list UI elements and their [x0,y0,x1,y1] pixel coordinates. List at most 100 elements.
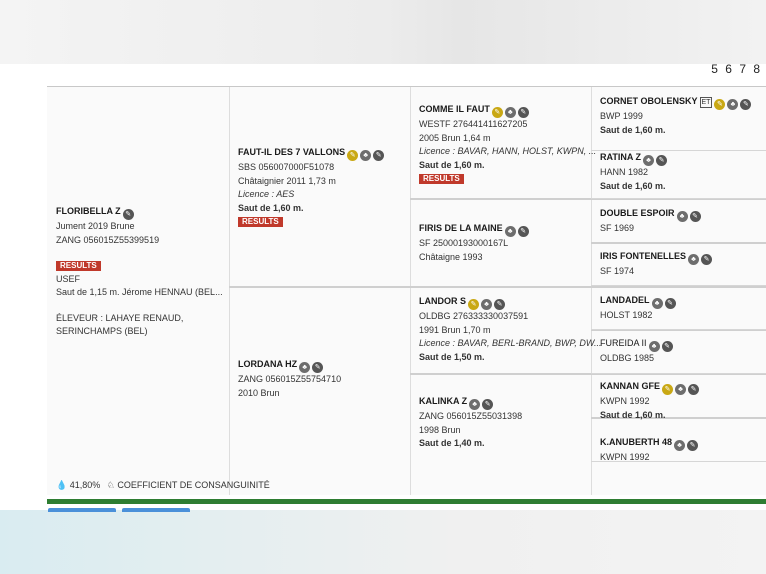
horse-licence: Licence : BAVAR, BERL-BRAND, BWP, DW... [419,338,602,348]
dam: LORDANA HZ ♣ ✎ ZANG 056015Z55754710 2010 B… [238,358,341,400]
horse-info: HANN 1982 [600,167,649,177]
horse-name[interactable]: DOUBLE ESPOIR [600,208,675,218]
family-icon[interactable]: ♣ [469,399,481,410]
family-icon[interactable]: ♣ [360,150,372,161]
grandsire-maternal: LANDOR S ✎ ♣ ✎ OLDBG 276333330037591 1991 B… [419,295,602,364]
subject-id: ZANG 056015Z55399519 [56,234,160,245]
horse-saut: Saut de 1,60 m. [419,159,485,170]
granddam-maternal: KALINKA Z ♣ ✎ ZANG 056015Z55031398 1998 Br… [419,395,522,451]
pencil-icon[interactable]: ✎ [494,299,505,310]
subject-result: Saut de 1,15 m. Jérome HENNAU (BEL... [56,287,223,297]
pencil-icon[interactable]: ✎ [701,254,713,265]
inbreeding-label: COEFFICIENT DE CONSANGUINITÉ [117,480,270,490]
family-icon[interactable]: ♣ [648,341,660,352]
pencil-icon[interactable]: ✎ [689,211,701,222]
family-icon[interactable]: ♣ [727,99,739,110]
family-icon[interactable]: ♣ [643,155,654,166]
pencil-icon[interactable]: ✎ [517,107,529,118]
subject-name[interactable]: FLORIBELLA Z [56,206,121,216]
pencil-icon[interactable]: ✎ [491,107,503,118]
breeder-location: SERINCHAMPS (BEL) [56,326,148,336]
sire-name[interactable]: FAUT-IL DES 7 VALLONS [238,147,345,157]
horse-info: SF 1969 [600,223,635,233]
horse-name[interactable]: FUREIDA II [600,338,647,348]
horse-name[interactable]: KALINKA Z [419,396,467,406]
results-badge[interactable]: RESULTS [238,217,283,227]
horse-info: BWP 1999 [600,111,643,121]
pencil-icon[interactable]: ✎ [740,99,752,110]
horse-info: SF 1974 [600,266,635,276]
pencil-icon[interactable]: ✎ [468,299,479,310]
ancestor: CORNET OBOLENSKY ET ✎ ♣ ✎ BWP 1999 Saut de 1… [600,95,752,137]
horse-name[interactable]: LANDADEL [600,295,650,305]
divider [591,329,766,330]
horse-name[interactable]: FIRIS DE LA MAINE [419,223,503,233]
horse-id: WESTF 276441411627205 [419,119,528,129]
horse-id: SF 25000193000167L [419,238,509,248]
horse-info: KWPN 1992 [600,396,650,406]
horse-saut: Saut de 1,40 m. [419,438,485,448]
horse-id: OLDBG 276333330037591 [419,311,529,321]
et-tag: ET [699,97,713,108]
grandsire-paternal: COMME IL FAUT ✎ ♣ ✎ WESTF 276441411627205 2… [419,103,596,186]
sire-licence: Licence : AES [238,189,295,199]
pencil-icon[interactable]: ✎ [656,155,667,166]
family-icon[interactable]: ♣ [676,211,688,222]
ancestor: DOUBLE ESPOIR ♣ ✎ SF 1969 [600,207,701,236]
horse-info: OLDBG 1985 [600,353,655,363]
family-icon[interactable]: ♣ [481,299,492,310]
pencil-icon[interactable]: ✎ [714,99,726,110]
drop-icon: 💧 [56,480,68,490]
family-icon[interactable]: ♣ [299,362,311,373]
ancestor: FUREIDA II ♣ ✎ OLDBG 1985 [600,337,673,366]
pencil-icon[interactable]: ✎ [517,226,529,237]
horse-name[interactable]: KANNAN GFE [600,381,660,391]
family-icon[interactable]: ♣ [504,226,516,237]
pencil-icon[interactable]: ✎ [482,399,494,410]
pencil-icon[interactable]: ✎ [373,150,385,161]
family-icon[interactable]: ♣ [675,384,686,395]
horse-name[interactable]: IRIS FONTENELLES [600,251,686,261]
dam-id: ZANG 056015Z55754710 [238,374,342,384]
pencil-icon[interactable]: ✎ [662,384,673,395]
pencil-icon[interactable]: ✎ [688,384,699,395]
dam-name[interactable]: LORDANA HZ [238,359,297,369]
pencil-icon[interactable]: ✎ [347,150,359,161]
horse-name[interactable]: COMME IL FAUT [419,104,490,114]
breeder-label: ÉLEVEUR : LAHAYE RENAUD, [56,312,184,323]
ancestor: KANNAN GFE ✎ ♣ ✎ KWPN 1992 Saut de 1,60 m. [600,380,699,422]
horse-icon: ♘ [106,480,115,490]
pencil-icon[interactable]: ✎ [687,440,699,451]
horse-name[interactable]: LANDOR S [419,296,466,306]
family-icon[interactable]: ♣ [504,107,516,118]
results-badge[interactable]: RESULTS [419,174,464,184]
tab-button[interactable] [122,508,190,512]
horse-name[interactable]: CORNET OBOLENSKY [600,96,698,106]
horse-name[interactable]: K.ANUBERTH 48 [600,437,672,447]
pencil-icon[interactable]: ✎ [664,298,676,309]
family-icon[interactable]: ♣ [651,298,663,309]
tab-button[interactable] [48,508,116,512]
horse-info: Châtaigne 1993 [419,251,483,262]
horse-saut: Saut de 1,60 m. [600,409,666,420]
ancestor: K.ANUBERTH 48 ♣ ✎ KWPN 1992 [600,436,699,465]
subject-horse: FLORIBELLA Z ✎ Jument 2019 Brune ZANG 056… [56,205,223,339]
horse-saut: Saut de 1,60 m. [600,180,666,191]
ancestor: RATINA Z ♣ ✎ HANN 1982 Saut de 1,60 m. [600,151,667,193]
pencil-icon[interactable]: ✎ [661,341,673,352]
horse-licence: Licence : BAVAR, HANN, HOLST, KWPN, ... [419,146,597,156]
family-icon[interactable]: ♣ [688,254,700,265]
horse-id: ZANG 056015Z55031398 [419,411,523,421]
divider [591,242,766,244]
results-badge[interactable]: RESULTS [56,261,101,271]
sire-info: Châtaignier 2011 1,73 m [238,175,336,186]
horse-info: 1998 Brun [419,424,461,435]
pencil-icon[interactable]: ✎ [122,209,134,220]
family-icon[interactable]: ♣ [674,440,686,451]
generation-selector[interactable]: 5 6 7 8 [711,62,762,76]
top-blurred-area [0,0,766,64]
sire-id: SBS 056007000F51078 [238,162,335,172]
pencil-icon[interactable]: ✎ [312,362,324,373]
bottom-blurred-area [0,510,766,574]
horse-name[interactable]: RATINA Z [600,152,641,162]
